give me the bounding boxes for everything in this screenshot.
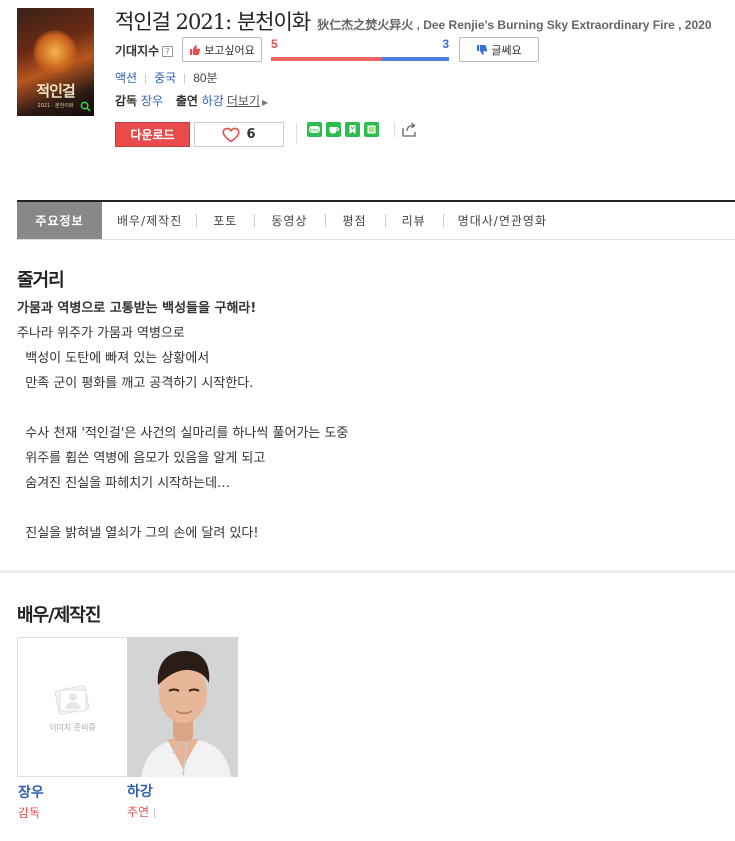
not-sure-label: 글쎄요 <box>491 43 522 57</box>
cafe-icon[interactable] <box>326 122 341 137</box>
synopsis-body: 주나라 위주가 가뭄과 역병으로 백성이 도탄에 빠져 있는 상황에서 만족 군… <box>17 326 349 541</box>
want-count: 5 <box>271 37 278 51</box>
synopsis-title: 줄거리 <box>17 270 65 291</box>
meh-count: 3 <box>442 37 449 51</box>
image-placeholder-icon <box>54 685 90 715</box>
tab-label: 동영상 <box>271 214 308 228</box>
chevron-right-icon: ▶ <box>261 98 269 107</box>
divider <box>154 807 156 818</box>
svg-text:blog: blog <box>310 127 319 132</box>
country-link[interactable]: 중국 <box>154 71 176 85</box>
tab-cast-crew[interactable]: 배우/제작진 <box>102 202 196 239</box>
expectation-label: 기대지수? <box>115 42 174 59</box>
thumbs-up-icon <box>190 44 201 55</box>
role-text: 주연 <box>127 805 150 819</box>
poster-artwork <box>33 30 77 74</box>
director-label: 감독 <box>115 94 138 108</box>
thumbs-down-icon <box>477 44 488 55</box>
movie-title-line: 적인걸 2021: 분천이화 狄仁杰之焚火异火 , Dee Renjie's B… <box>115 6 712 36</box>
synopsis-text: 가뭄과 역병으로 고통받는 백성들을 구해라! 주나라 위주가 가뭄과 역병으로 … <box>17 296 348 546</box>
memo-icon[interactable] <box>364 122 379 137</box>
tab-label: 리뷰 <box>401 214 426 228</box>
movie-original-title: 狄仁杰之焚火异火 , Dee Renjie's Burning Sky Extr… <box>317 18 712 32</box>
cast-label: 출연 <box>175 94 198 108</box>
help-icon[interactable]: ? <box>162 46 174 57</box>
divider <box>384 214 386 227</box>
synopsis-headline: 가뭄과 역병으로 고통받는 백성들을 구해라! <box>17 301 257 316</box>
tab-quotes-related[interactable]: 명대사/연관영화 <box>442 202 561 239</box>
divider <box>296 123 297 143</box>
tab-rating[interactable]: 평점 <box>325 202 384 239</box>
meh-ratio-fill <box>382 57 449 61</box>
like-count: 6 <box>246 127 256 142</box>
director-link[interactable]: 장우 <box>141 94 163 108</box>
tab-label: 배우/제작진 <box>117 214 183 228</box>
person-role: 주연 <box>127 803 156 820</box>
heart-icon <box>222 127 240 142</box>
tab-label: 명대사/연관영화 <box>457 214 547 228</box>
divider <box>325 214 327 227</box>
want-ratio-fill <box>271 57 383 61</box>
not-sure-button[interactable]: 글쎄요 <box>459 37 539 62</box>
want-to-see-button[interactable]: 보고싶어요 <box>182 37 262 62</box>
tab-photo[interactable]: 포토 <box>196 202 254 239</box>
divider <box>145 73 147 84</box>
movie-credits: 감독 장우 출연 하강 더보기 ▶ <box>115 92 268 109</box>
cast-card[interactable]: 이미지 준비중 장우 감독 <box>17 637 128 820</box>
person-name[interactable]: 장우 <box>18 782 44 802</box>
share-icon[interactable] <box>401 121 418 138</box>
blog-icon[interactable]: blog <box>307 122 322 137</box>
tab-video[interactable]: 동영상 <box>254 202 325 239</box>
tab-label: 평점 <box>342 214 367 228</box>
image-placeholder-text: 이미지 준비중 <box>49 723 96 732</box>
cast-card[interactable]: 하강 주연 <box>127 637 238 819</box>
role-text: 감독 <box>18 806 41 820</box>
movie-title: 적인걸 2021: 분천이화 <box>115 10 311 34</box>
expectation-text: 기대지수 <box>115 44 160 58</box>
cast-section-title: 배우/제작진 <box>17 605 101 626</box>
tab-label: 포토 <box>213 214 238 228</box>
person-name[interactable]: 하강 <box>127 781 153 801</box>
download-button[interactable]: 다운로드 <box>115 122 190 147</box>
more-cast-link[interactable]: 더보기 <box>227 94 260 108</box>
like-button[interactable]: 6 <box>194 122 284 147</box>
actor-photo <box>127 637 238 777</box>
tab-main-info[interactable]: 주요정보 <box>17 202 102 239</box>
section-divider <box>0 570 735 573</box>
want-to-see-label: 보고싶어요 <box>204 43 255 57</box>
info-tabs: 주요정보 배우/제작진 포토 동영상 평점 리뷰 명대사/연관영화 <box>17 200 735 240</box>
share-icons: blog <box>307 122 379 137</box>
bookmark-icon[interactable] <box>345 122 360 137</box>
zoom-icon[interactable] <box>80 101 91 112</box>
person-role: 감독 <box>18 804 40 821</box>
cast-link[interactable]: 하강 <box>202 94 224 108</box>
tab-review[interactable]: 리뷰 <box>384 202 443 239</box>
genre-link[interactable]: 액션 <box>115 71 137 85</box>
divider <box>196 214 198 227</box>
divider <box>184 73 186 84</box>
expectation-score-bar: 5 3 <box>271 37 449 61</box>
divider <box>254 214 256 227</box>
divider <box>442 214 444 227</box>
divider <box>394 122 395 137</box>
runtime: 80분 <box>193 71 218 85</box>
movie-meta: 액션 중국 80분 <box>115 69 218 86</box>
movie-poster[interactable]: 적인걸 2021 · 분천이화 <box>17 8 94 116</box>
poster-title: 적인걸 <box>36 82 75 100</box>
